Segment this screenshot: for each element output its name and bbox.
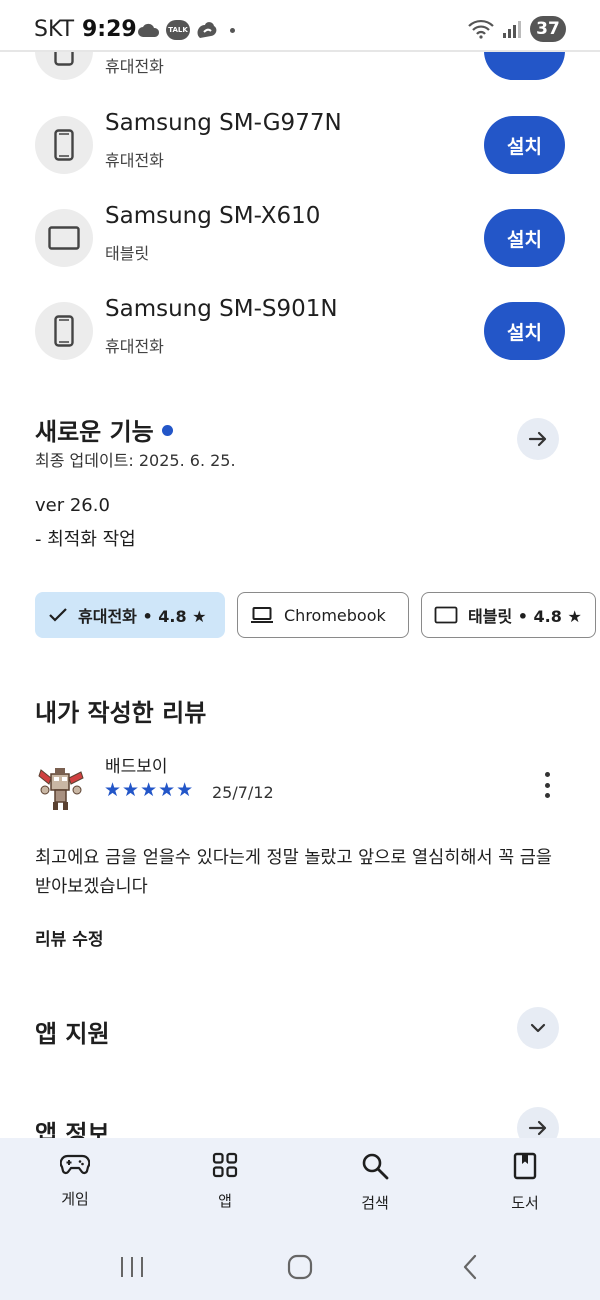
reviewer-avatar [35,760,87,812]
chip-chromebook-label: Chromebook [284,605,386,625]
app-info-arrow-button[interactable] [517,1107,559,1138]
device-icon-circle [35,302,93,360]
kakaotalk-icon: TALK [166,20,190,40]
review-star-rating: ★★★★★ [104,779,195,801]
version-text: ver 26.0 [35,495,110,516]
chip-chromebook[interactable]: Chromebook [237,592,409,638]
device-row: 휴대전화 [0,52,600,92]
recent-apps-button[interactable] [112,1250,152,1284]
new-indicator-dot [161,424,173,436]
review-text: 최고에요 금을 얻을수 있다는게 정말 놀랐고 앞으로 열심히해서 꼭 금을 받… [35,848,552,897]
device-row: Samsung SM-X610 태블릿 설치 [0,199,600,279]
chip-phone-label: 휴대전화 • 4.8 ★ [78,607,207,626]
home-icon [287,1254,313,1280]
apps-grid-icon [212,1152,238,1178]
bottom-navigation: 게임 앱 검색 도서 [0,1138,600,1300]
device-row: Samsung SM-S901N 휴대전화 설치 [0,292,600,372]
install-button[interactable]: 설치 [484,209,565,267]
carrier-label: SKT [34,17,75,42]
arrow-right-icon [528,1120,547,1136]
phone-icon [54,52,74,66]
chip-tablet-label: 태블릿 • 4.8 ★ [468,607,582,626]
release-notes: - 최적화 작업 [35,529,136,550]
install-button[interactable]: 설치 [484,302,565,360]
chip-tablet[interactable]: 태블릿 • 4.8 ★ [421,592,596,638]
recent-apps-icon [121,1257,143,1277]
phone-icon [54,315,74,347]
cloud-icon [138,23,160,37]
device-icon-circle [35,52,93,80]
system-status: 37 [468,14,566,44]
app-support-heading[interactable]: 앱 지원 [35,1014,110,1049]
battery-indicator: 37 [530,16,566,42]
back-icon [463,1254,477,1280]
nav-games[interactable]: 게임 [20,1152,130,1209]
whats-new-heading[interactable]: 새로운 기능 [35,412,173,447]
back-button[interactable] [450,1250,490,1284]
home-button[interactable] [280,1250,320,1284]
nav-apps[interactable]: 앱 [170,1152,280,1211]
device-type: 휴대전화 [105,337,164,356]
device-name: Samsung SM-G977N [105,110,342,136]
device-name: Samsung SM-S901N [105,296,338,322]
notification-icons: TALK [138,18,235,42]
device-name: Samsung SM-X610 [105,203,321,229]
search-icon [362,1153,389,1180]
gamepad-icon [60,1154,90,1175]
device-row: Samsung SM-G977N 휴대전화 설치 [0,106,600,186]
app-info-heading[interactable]: 앱 정보 [35,1114,110,1138]
nav-books-label: 도서 [511,1194,539,1212]
device-type: 휴대전화 [105,151,164,170]
more-options-icon[interactable] [533,768,561,802]
chip-phone[interactable]: 휴대전화 • 4.8 ★ [35,592,225,638]
clock: 9:29 [82,17,137,42]
nav-search[interactable]: 검색 [320,1152,430,1213]
device-icon-circle [35,209,93,267]
wifi-icon [468,19,494,39]
nav-search-label: 검색 [361,1194,389,1212]
dot-indicator [230,27,235,33]
device-type: 태블릿 [105,244,150,263]
laptop-icon [250,606,274,624]
tablet-icon [48,226,80,250]
nav-games-label: 게임 [61,1190,89,1208]
whats-new-arrow-button[interactable] [517,418,559,460]
book-icon [513,1152,537,1180]
status-bar: SKT 9:29 TALK 37 [0,0,600,52]
check-icon [48,607,68,623]
app-details-content[interactable]: 휴대전화 Samsung SM-G977N 휴대전화 설치 Samsung SM… [0,52,600,1138]
install-button[interactable] [484,52,565,80]
nav-apps-label: 앱 [218,1192,232,1210]
edit-review-link[interactable]: 리뷰 수정 [35,925,103,950]
phone-icon [54,129,74,161]
chevron-down-icon [530,1023,546,1033]
my-review-heading: 내가 작성한 리뷰 [35,699,207,727]
device-type: 휴대전화 [105,57,164,76]
cloud-swirl-icon [197,22,217,38]
signal-icon [503,21,521,38]
install-button[interactable]: 설치 [484,116,565,174]
last-updated: 최종 업데이트: 2025. 6. 25. [35,451,236,470]
app-support-expand-button[interactable] [517,1007,559,1049]
device-icon-circle [35,116,93,174]
whats-new-title: 새로운 기능 [35,418,154,446]
nav-books[interactable]: 도서 [470,1152,580,1213]
reviewer-name: 배드보이 [105,757,168,777]
tablet-icon [434,606,458,624]
arrow-right-icon [528,431,547,447]
review-date: 25/7/12 [212,783,274,802]
